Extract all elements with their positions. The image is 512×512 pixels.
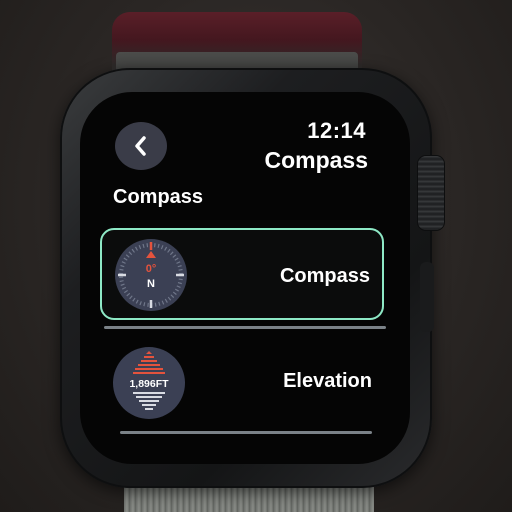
compass-complication-icon: 0° N bbox=[114, 238, 188, 312]
elevation-option-label: Elevation bbox=[283, 370, 372, 392]
complication-option-elevation[interactable]: 1,896FT Elevation bbox=[100, 338, 384, 430]
back-button[interactable] bbox=[115, 122, 167, 170]
digital-crown[interactable] bbox=[418, 156, 444, 230]
chevron-left-icon bbox=[132, 135, 150, 157]
compass-direction: N bbox=[147, 278, 155, 290]
compass-heading: 0° bbox=[146, 263, 157, 275]
list-divider bbox=[120, 431, 372, 434]
side-button[interactable] bbox=[420, 262, 434, 332]
elevation-complication-icon: 1,896FT bbox=[112, 346, 186, 420]
list-divider bbox=[104, 326, 386, 329]
photo-scene: 12:14 Compass Compass 0° N Compass 1,896… bbox=[0, 0, 512, 512]
app-title: Compass bbox=[264, 147, 368, 173]
elevation-value: 1,896FT bbox=[129, 378, 169, 390]
compass-option-label: Compass bbox=[279, 265, 370, 287]
section-title: Compass bbox=[113, 186, 204, 208]
complication-option-compass[interactable]: 0° N Compass bbox=[100, 228, 384, 320]
status-time: 12:14 bbox=[307, 118, 366, 143]
watch-screen: 12:14 Compass Compass 0° N Compass 1,896… bbox=[80, 92, 410, 464]
